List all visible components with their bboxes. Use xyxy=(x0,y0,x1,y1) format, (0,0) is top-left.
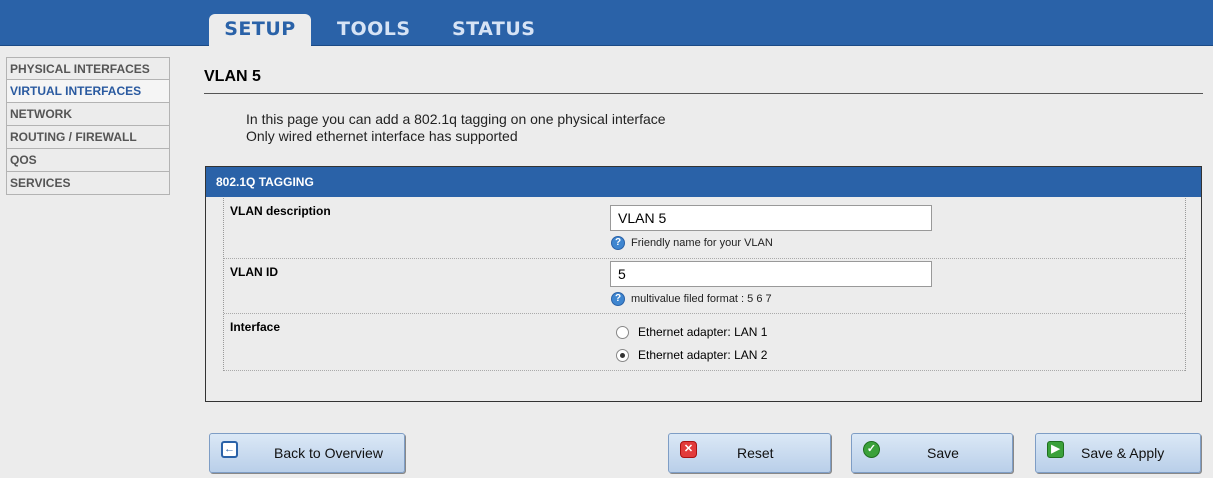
vlan-id-label: VLAN ID xyxy=(230,265,278,279)
sidebar-item-virtual-interfaces[interactable]: VIRTUAL INTERFACES xyxy=(6,80,170,103)
save-button[interactable]: ✓ Save xyxy=(851,433,1013,473)
reset-x-icon: ✕ xyxy=(680,441,697,458)
vlan-id-row: VLAN ID ? multivalue filed format : 5 6 … xyxy=(224,259,1185,314)
tab-status[interactable]: STATUS xyxy=(440,14,547,46)
vlan-description-input[interactable] xyxy=(610,205,932,231)
panel-header: 802.1Q TAGGING xyxy=(206,167,1201,197)
tab-tools[interactable]: TOOLS xyxy=(325,14,423,46)
interface-option-lan2-label: Ethernet adapter: LAN 2 xyxy=(638,348,768,362)
interface-option-lan2[interactable]: Ethernet adapter: LAN 2 xyxy=(616,348,767,362)
radio-lan2[interactable] xyxy=(616,348,629,362)
page-title: VLAN 5 xyxy=(204,68,261,85)
sidebar-item-routing-firewall[interactable]: ROUTING / FIREWALL xyxy=(6,126,170,149)
interface-option-lan1[interactable]: Ethernet adapter: LAN 1 xyxy=(616,325,767,339)
form-fields: VLAN description ? Friendly name for you… xyxy=(223,198,1186,371)
tab-setup[interactable]: SETUP xyxy=(209,14,311,47)
vlan-id-hint-text: multivalue filed format : 5 6 7 xyxy=(631,293,772,305)
intro-text: In this page you can add a 802.1q taggin… xyxy=(246,111,666,145)
sidebar-item-qos[interactable]: QOS xyxy=(6,149,170,172)
save-and-apply-label: Save & Apply xyxy=(1081,445,1165,461)
radio-lan1[interactable] xyxy=(616,325,629,339)
top-nav-bar: SETUP TOOLS STATUS xyxy=(0,0,1213,47)
help-icon: ? xyxy=(611,292,625,306)
vlan-tagging-panel: 802.1Q TAGGING VLAN description ? Friend… xyxy=(205,166,1202,402)
play-icon: ▶ xyxy=(1047,441,1064,458)
save-and-apply-button[interactable]: ▶ Save & Apply xyxy=(1035,433,1201,473)
sidebar: PHYSICAL INTERFACES VIRTUAL INTERFACES N… xyxy=(6,57,170,195)
back-to-overview-label: Back to Overview xyxy=(274,445,383,461)
vlan-description-label: VLAN description xyxy=(230,204,331,218)
reset-button[interactable]: ✕ Reset xyxy=(668,433,831,473)
interface-option-lan1-label: Ethernet adapter: LAN 1 xyxy=(638,325,768,339)
save-label: Save xyxy=(927,445,959,461)
sidebar-item-physical-interfaces[interactable]: PHYSICAL INTERFACES xyxy=(6,57,170,80)
interface-label: Interface xyxy=(230,320,281,334)
intro-line-2: Only wired ethernet interface has suppor… xyxy=(246,128,518,144)
title-divider xyxy=(204,93,1203,94)
intro-line-1: In this page you can add a 802.1q taggin… xyxy=(246,111,666,127)
vlan-description-row: VLAN description ? Friendly name for you… xyxy=(224,198,1185,259)
sidebar-item-network[interactable]: NETWORK xyxy=(6,103,170,126)
interface-row: Interface Ethernet adapter: LAN 1 Ethern… xyxy=(224,314,1185,371)
back-arrow-icon: ← xyxy=(221,441,238,458)
vlan-description-hint-text: Friendly name for your VLAN xyxy=(631,237,773,249)
check-icon: ✓ xyxy=(863,441,880,458)
back-to-overview-button[interactable]: ← Back to Overview xyxy=(209,433,405,473)
help-icon: ? xyxy=(611,236,625,250)
vlan-id-input[interactable] xyxy=(610,261,932,287)
vlan-id-hint: ? multivalue filed format : 5 6 7 xyxy=(611,292,772,306)
sidebar-item-services[interactable]: SERVICES xyxy=(6,172,170,195)
reset-label: Reset xyxy=(737,445,774,461)
vlan-description-hint: ? Friendly name for your VLAN xyxy=(611,236,773,250)
